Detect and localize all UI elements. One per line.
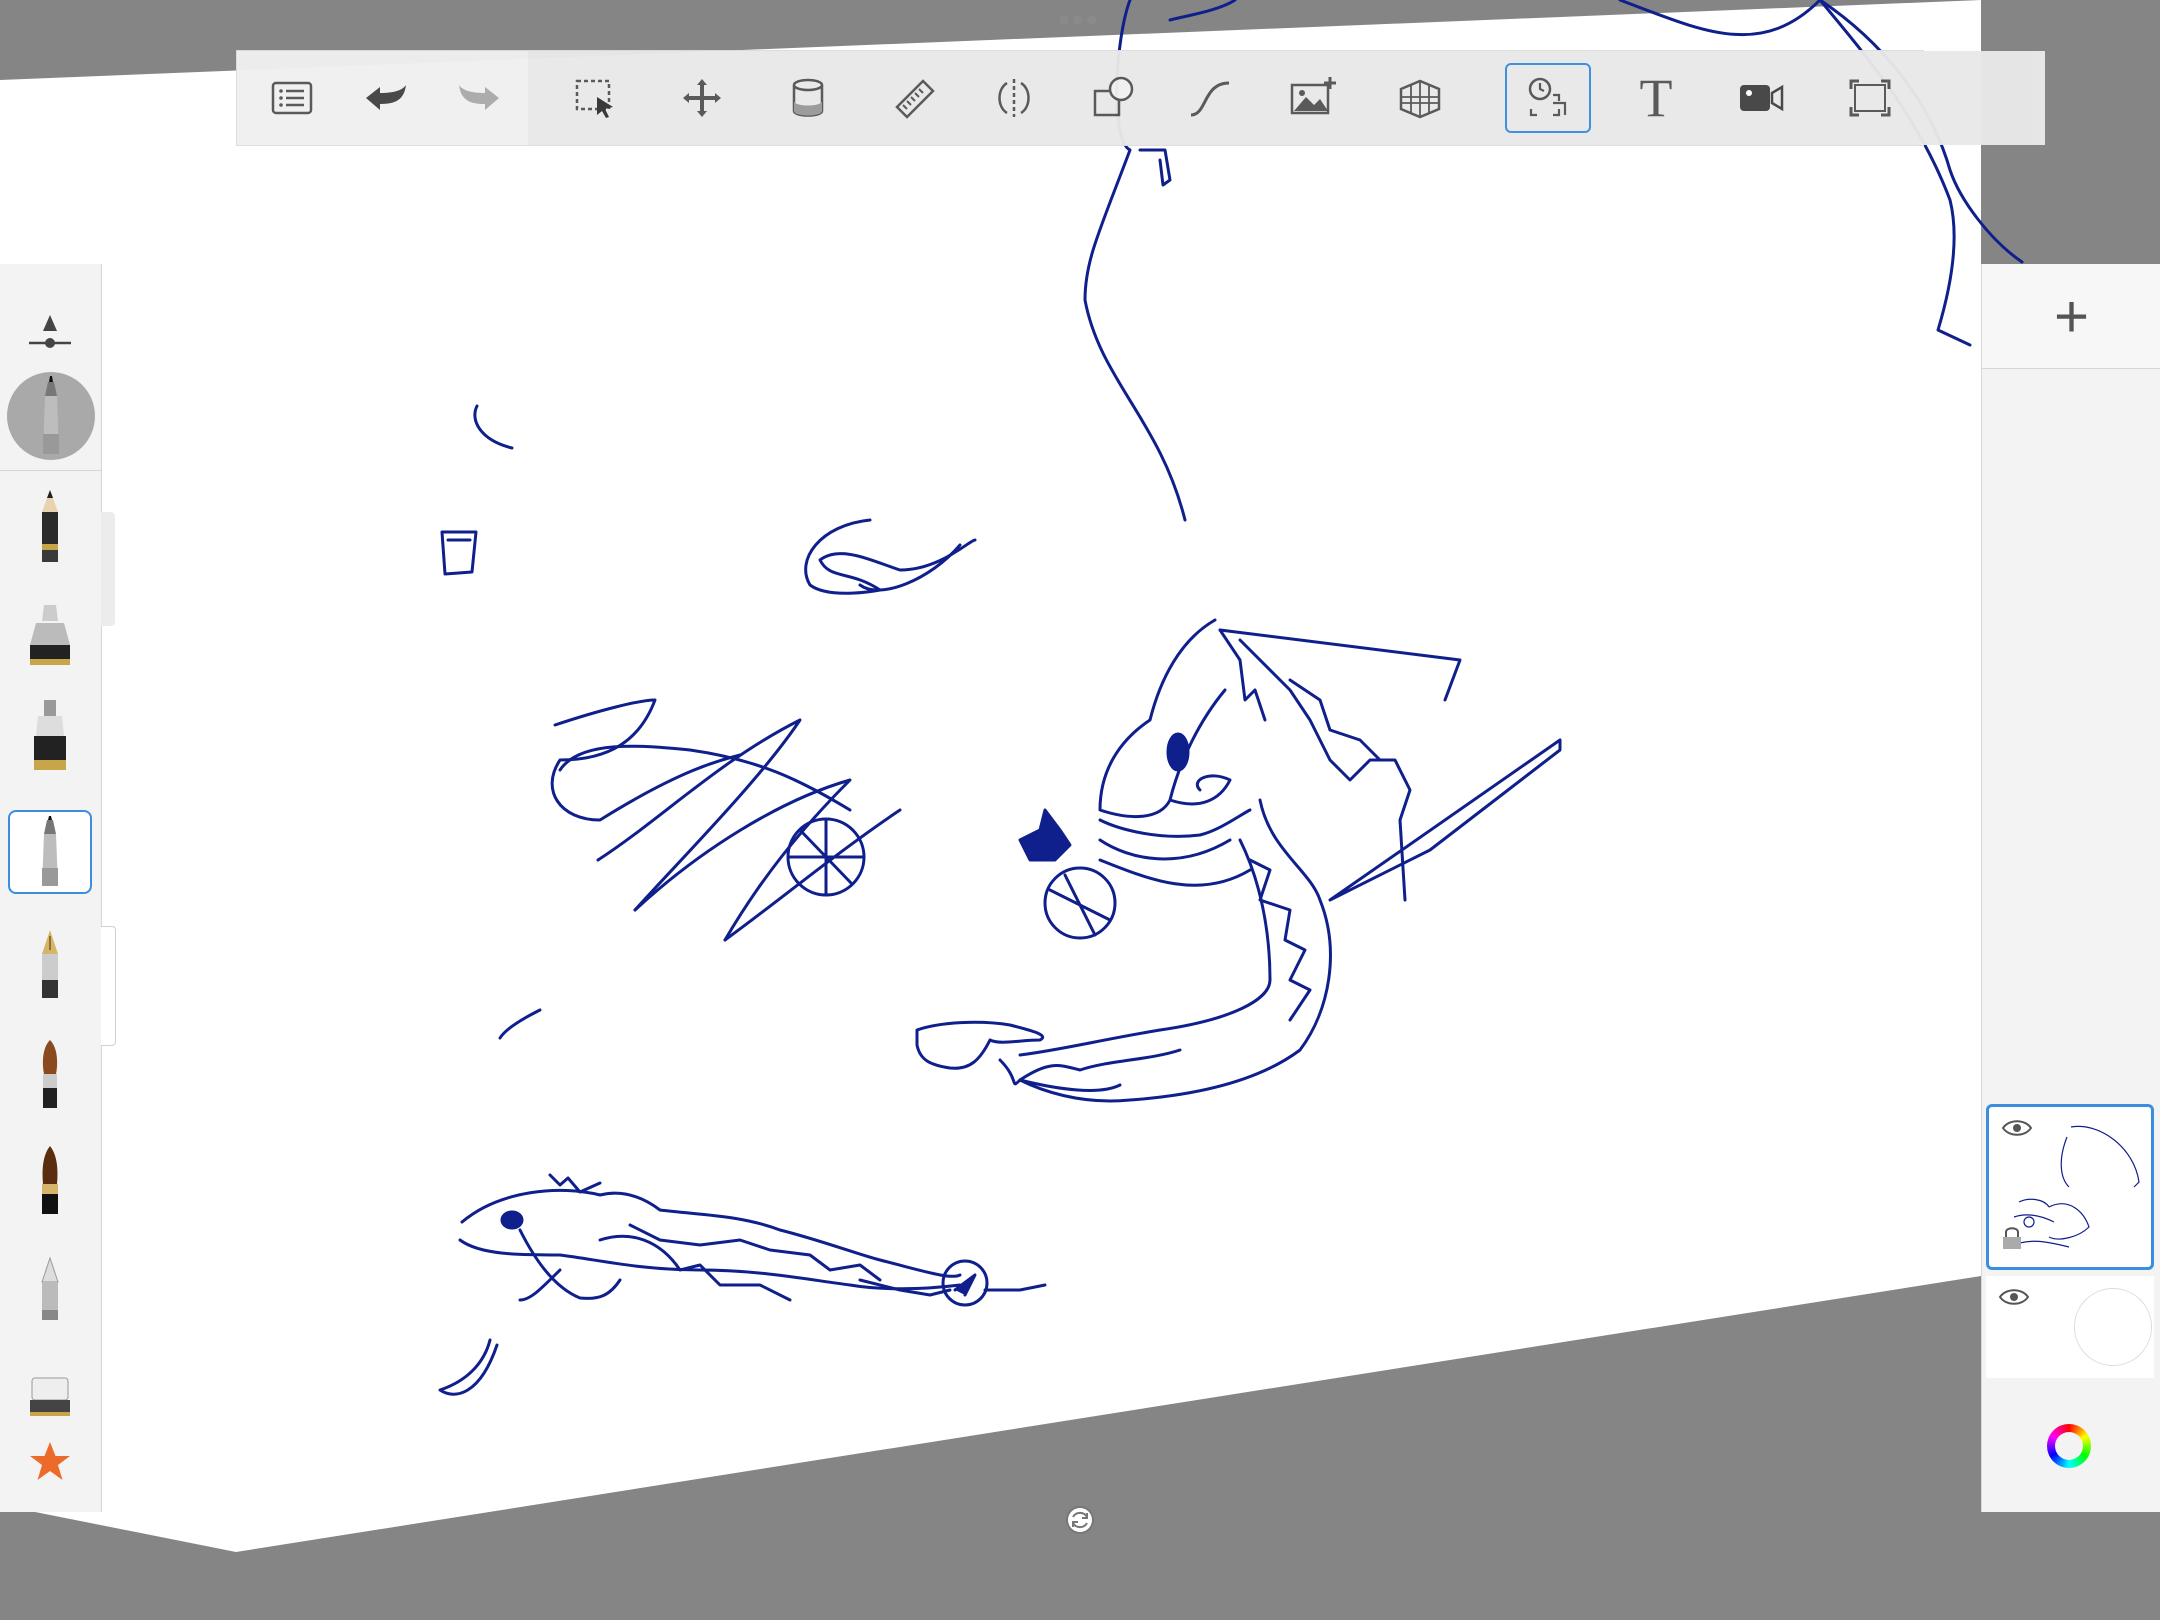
paint-brush[interactable]	[8, 1032, 92, 1116]
favorites-button[interactable]	[8, 1420, 92, 1504]
paint-brush-icon	[42, 1040, 58, 1108]
brush-size-icon	[29, 315, 71, 348]
undo-button[interactable]	[342, 63, 428, 133]
airbrush-brush[interactable]	[8, 694, 92, 778]
bucket-icon	[792, 78, 824, 117]
current-brush-preview[interactable]	[7, 372, 95, 460]
background-color-swatch[interactable]	[2074, 1288, 2152, 1366]
layer-thumbnail-1[interactable]	[1986, 1104, 2154, 1270]
layers-panel: +	[1981, 264, 2160, 1512]
text-icon: T	[1639, 68, 1673, 128]
palette-pull-tab[interactable]	[101, 512, 115, 626]
layers-menu-button[interactable]	[249, 63, 335, 133]
pencil-brush[interactable]	[8, 484, 92, 568]
chisel-marker-icon	[41, 1256, 59, 1320]
fountain-pen-icon	[42, 930, 58, 998]
redo-icon	[459, 85, 499, 110]
palette-pull-tab-secondary[interactable]	[101, 926, 116, 1046]
shapes-icon	[1093, 76, 1134, 117]
pencil-icon	[42, 490, 58, 562]
ballpoint-pen-icon	[42, 816, 58, 886]
redo-button[interactable]	[437, 63, 523, 133]
airbrush-icon	[34, 700, 66, 770]
chisel-marker-brush[interactable]	[8, 1246, 92, 1330]
eye-icon[interactable]	[1998, 1286, 2030, 1308]
shapes-button[interactable]	[1071, 63, 1157, 133]
add-image-icon	[1290, 77, 1336, 115]
symmetry-icon	[998, 79, 1030, 117]
timelapse-icon	[1528, 77, 1567, 117]
perspective-button[interactable]	[1377, 63, 1463, 133]
timelapse-button[interactable]	[1505, 63, 1591, 133]
drawing-canvas[interactable]	[0, 0, 2160, 1620]
video-icon	[1740, 84, 1784, 112]
record-button[interactable]	[1718, 63, 1804, 133]
stroke-button[interactable]	[1167, 63, 1253, 133]
fullscreen-button[interactable]	[1827, 63, 1913, 133]
lock-icon	[2003, 1227, 2021, 1249]
brush-palette	[0, 264, 102, 1512]
main-toolbar: T	[236, 50, 2045, 146]
fill-button[interactable]	[765, 63, 851, 133]
selection-button[interactable]	[553, 63, 639, 133]
transform-button[interactable]	[659, 63, 745, 133]
canvas-rotate-icon[interactable]	[1064, 1504, 1096, 1536]
color-wheel-button[interactable]	[2047, 1424, 2091, 1468]
ink-brush[interactable]	[8, 1138, 92, 1222]
import-image-button[interactable]	[1270, 63, 1356, 133]
move-icon	[683, 79, 721, 117]
ink-brush-icon	[42, 1146, 58, 1214]
fullscreen-icon	[1849, 79, 1891, 117]
selection-icon	[575, 79, 613, 118]
history-group	[237, 51, 528, 145]
brush-size-slider[interactable]	[8, 290, 92, 374]
symmetry-button[interactable]	[971, 63, 1057, 133]
fountain-pen-brush[interactable]	[8, 922, 92, 1006]
add-layer-button[interactable]: +	[1982, 264, 2160, 369]
undo-icon	[366, 85, 406, 110]
star-icon	[30, 1442, 70, 1480]
ballpoint-pen-icon	[43, 376, 59, 454]
background-layer-thumbnail[interactable]	[1986, 1276, 2154, 1378]
marker-brush[interactable]	[8, 592, 92, 676]
palette-divider	[0, 470, 101, 471]
marker-icon	[30, 605, 70, 665]
more-options-dots[interactable]: •••	[1058, 3, 1100, 37]
ruler-icon	[895, 79, 935, 119]
perspective-icon	[1399, 79, 1441, 119]
ballpoint-pen-brush[interactable]	[8, 810, 92, 894]
list-icon	[271, 81, 313, 115]
ruler-button[interactable]	[871, 63, 957, 133]
text-button[interactable]: T	[1613, 63, 1699, 133]
eraser-icon	[30, 1377, 70, 1416]
canvas-paper-sheet	[0, 0, 1981, 1552]
curve-icon	[1190, 81, 1230, 117]
